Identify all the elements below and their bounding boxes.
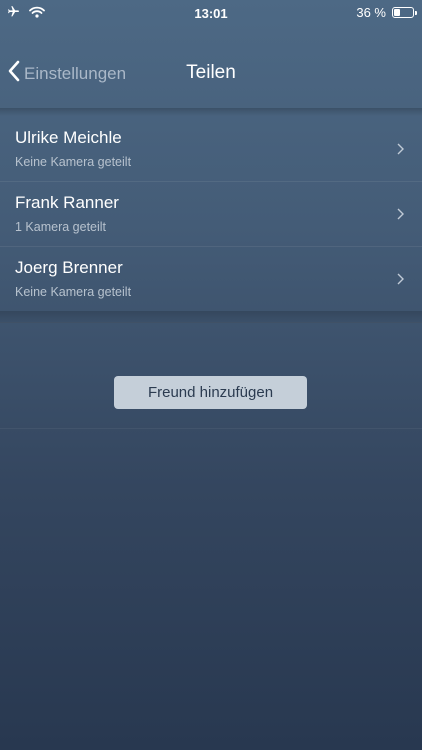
contact-share-status: Keine Kamera geteilt bbox=[15, 285, 132, 299]
section-divider bbox=[0, 428, 422, 429]
contact-row[interactable]: Frank Ranner 1 Kamera geteilt bbox=[0, 181, 422, 246]
status-bar: 13:01 36 % bbox=[0, 0, 422, 26]
contact-name: Frank Ranner bbox=[15, 193, 119, 212]
page-title: Teilen bbox=[186, 62, 236, 83]
list-divider bbox=[0, 311, 422, 323]
contact-name: Joerg Brenner bbox=[15, 258, 123, 277]
battery-icon bbox=[392, 7, 417, 18]
status-right: 36 % bbox=[356, 5, 417, 20]
contact-list: Ulrike Meichle Keine Kamera geteilt Fran… bbox=[0, 116, 422, 311]
chevron-right-icon bbox=[397, 272, 404, 290]
contact-row[interactable]: Ulrike Meichle Keine Kamera geteilt bbox=[0, 116, 422, 181]
chevron-right-icon bbox=[397, 142, 404, 160]
chevron-right-icon bbox=[397, 207, 404, 225]
battery-percentage: 36 % bbox=[356, 5, 386, 20]
nav-divider bbox=[0, 108, 422, 116]
contact-share-status: Keine Kamera geteilt bbox=[15, 155, 132, 169]
battery-level bbox=[394, 9, 400, 16]
contact-name: Ulrike Meichle bbox=[15, 128, 122, 147]
contact-row[interactable]: Joerg Brenner Keine Kamera geteilt bbox=[0, 246, 422, 311]
contact-share-status: 1 Kamera geteilt bbox=[15, 220, 107, 234]
add-friend-button[interactable]: Freund hinzufügen bbox=[114, 376, 307, 409]
navigation-bar: Einstellungen Teilen bbox=[0, 26, 422, 108]
